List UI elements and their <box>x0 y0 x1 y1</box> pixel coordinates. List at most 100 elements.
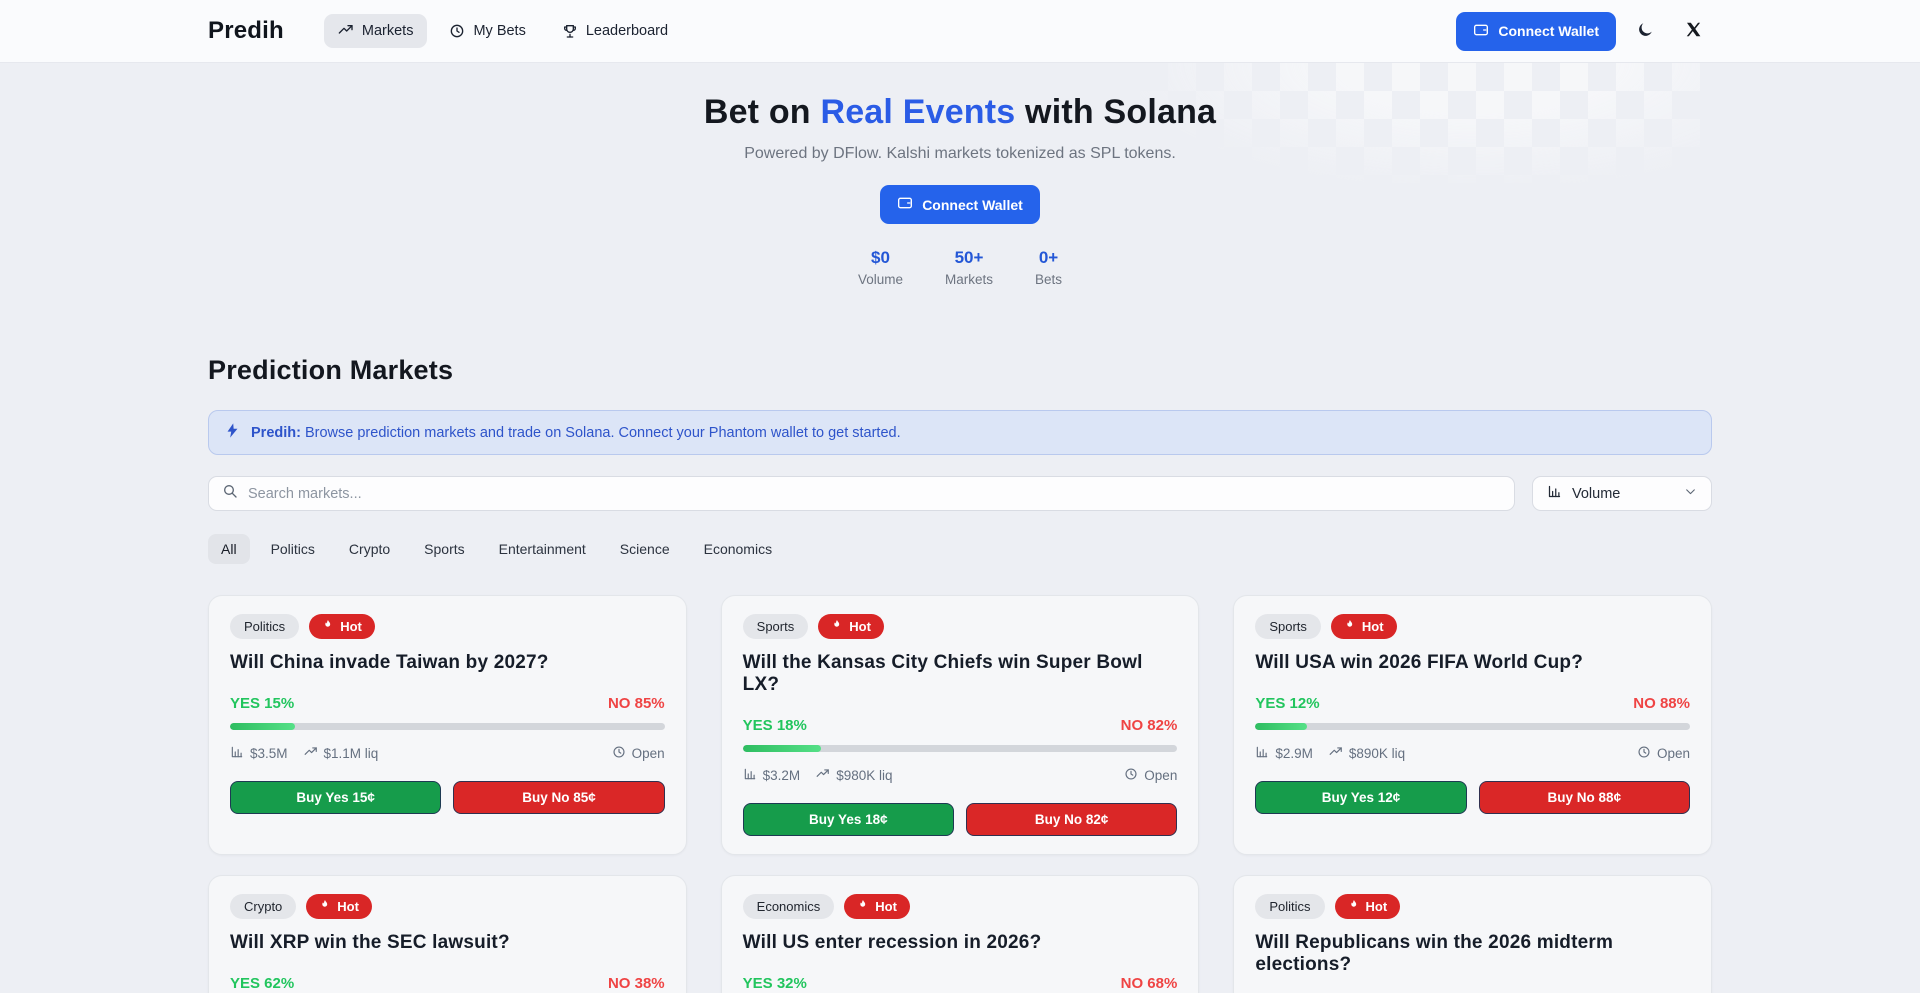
search-input[interactable] <box>248 486 1501 502</box>
category-badge: Sports <box>743 614 809 639</box>
card-badges: Sports Hot <box>1255 614 1690 639</box>
liquidity-stat: $890K liq <box>1329 745 1405 762</box>
buy-no-button[interactable]: Buy No 82¢ <box>966 803 1177 836</box>
banner-brand: Predih: <box>251 425 301 441</box>
trending-up-icon <box>816 767 830 784</box>
market-card[interactable]: Crypto Hot Will XRP win the SEC lawsuit?… <box>208 875 687 993</box>
flame-icon <box>319 899 331 914</box>
dark-mode-toggle[interactable] <box>1626 12 1664 50</box>
market-card[interactable]: Politics Hot Will China invade Taiwan by… <box>208 595 687 855</box>
clock-icon <box>1124 767 1138 784</box>
buy-yes-button[interactable]: Buy Yes 15¢ <box>230 781 441 814</box>
wallet-icon <box>897 195 913 214</box>
buy-yes-button[interactable]: Buy Yes 12¢ <box>1255 781 1466 814</box>
hero-stat: 50+Markets <box>945 248 993 287</box>
filter-chip-sports[interactable]: Sports <box>411 534 477 564</box>
filter-chip-crypto[interactable]: Crypto <box>336 534 403 564</box>
x-social-link[interactable] <box>1674 12 1712 50</box>
market-title: Will USA win 2026 FIFA World Cup? <box>1255 652 1690 674</box>
card-badges: Politics Hot <box>1255 894 1690 919</box>
stat-value: $0 <box>858 248 903 268</box>
yes-odds: YES 12% <box>1255 695 1319 712</box>
bar-chart-icon <box>743 767 757 784</box>
buy-no-button[interactable]: Buy No 88¢ <box>1479 781 1690 814</box>
connect-wallet-button[interactable]: Connect Wallet <box>1456 12 1616 51</box>
sort-dropdown[interactable]: Volume <box>1532 476 1712 511</box>
tab-label: My Bets <box>473 23 525 39</box>
flame-icon <box>831 619 843 634</box>
bar-chart-icon <box>1255 745 1269 762</box>
stat-label: Markets <box>945 272 993 287</box>
yes-odds: YES 62% <box>230 975 294 992</box>
tab-markets[interactable]: Markets <box>324 14 428 48</box>
odds-row: YES 15% NO 85% <box>230 695 665 712</box>
market-title: Will XRP win the SEC lawsuit? <box>230 932 665 954</box>
volume-stat: $3.2M <box>743 767 801 784</box>
buy-yes-button[interactable]: Buy Yes 18¢ <box>743 803 954 836</box>
hero-title-highlight: Real Events <box>820 93 1015 131</box>
tab-my-bets[interactable]: My Bets <box>435 14 539 48</box>
card-badges: Politics Hot <box>230 614 665 639</box>
liquidity-stat: $980K liq <box>816 767 892 784</box>
buy-buttons: Buy Yes 12¢ Buy No 88¢ <box>1255 781 1690 814</box>
tab-leaderboard[interactable]: Leaderboard <box>548 14 682 48</box>
flame-icon <box>322 619 334 634</box>
chevron-down-icon <box>1684 485 1697 502</box>
category-filters: All Politics Crypto Sports Entertainment Scie… <box>208 534 1712 564</box>
card-badges: Sports Hot <box>743 614 1178 639</box>
odds-progress-fill <box>230 723 295 730</box>
hero-connect-wallet-button[interactable]: Connect Wallet <box>880 185 1040 224</box>
info-banner: Predih: Browse prediction markets and tr… <box>208 410 1712 455</box>
odds-row: YES 18% NO 82% <box>743 717 1178 734</box>
main-content: Prediction Markets Predih: Browse predic… <box>208 355 1712 993</box>
odds-row: YES 12% NO 88% <box>1255 695 1690 712</box>
search-icon <box>222 483 238 504</box>
trending-up-icon <box>338 23 354 39</box>
markets-grid: Politics Hot Will China invade Taiwan by… <box>208 595 1712 993</box>
market-status: Open <box>1124 767 1177 784</box>
hot-badge: Hot <box>1331 614 1397 639</box>
market-card[interactable]: Sports Hot Will the Kansas City Chiefs w… <box>721 595 1200 855</box>
search-box <box>208 476 1515 511</box>
filter-chip-entertainment[interactable]: Entertainment <box>486 534 599 564</box>
buy-buttons: Buy Yes 18¢ Buy No 82¢ <box>743 803 1178 836</box>
stat-label: Volume <box>858 272 903 287</box>
odds-row: YES 62% NO 38% <box>230 975 665 992</box>
market-title: Will Republicans win the 2026 midterm el… <box>1255 932 1690 976</box>
market-meta: $3.5M $1.1M liq Open <box>230 745 665 762</box>
trophy-icon <box>562 23 578 39</box>
odds-row: YES 32% NO 68% <box>743 975 1178 992</box>
buy-no-button[interactable]: Buy No 85¢ <box>453 781 664 814</box>
filter-chip-politics[interactable]: Politics <box>258 534 328 564</box>
volume-stat: $2.9M <box>1255 745 1313 762</box>
market-card[interactable]: Politics Hot Will Republicans win the 20… <box>1233 875 1712 993</box>
filter-chip-science[interactable]: Science <box>607 534 683 564</box>
bar-chart-icon <box>1547 484 1562 503</box>
odds-progress-track <box>230 723 665 730</box>
no-odds: NO 68% <box>1121 975 1178 992</box>
market-status: Open <box>612 745 665 762</box>
category-badge: Politics <box>230 614 299 639</box>
bar-chart-icon <box>230 745 244 762</box>
no-odds: NO 38% <box>608 975 665 992</box>
sort-selected-value: Volume <box>1572 486 1620 502</box>
market-card[interactable]: Sports Hot Will USA win 2026 FIFA World … <box>1233 595 1712 855</box>
x-logo-icon <box>1685 21 1702 41</box>
filter-chip-all[interactable]: All <box>208 534 250 564</box>
category-badge: Politics <box>1255 894 1324 919</box>
hero-stats: $0Volume50+Markets0+Bets <box>0 248 1920 287</box>
odds-progress-track <box>1255 723 1690 730</box>
market-card[interactable]: Economics Hot Will US enter recession in… <box>721 875 1200 993</box>
filter-chip-economics[interactable]: Economics <box>691 534 785 564</box>
top-nav: Predih Markets My Bets Leaderboard <box>0 0 1920 63</box>
hero-connect-wallet-label: Connect Wallet <box>922 197 1023 213</box>
no-odds: NO 82% <box>1121 717 1178 734</box>
connect-wallet-label: Connect Wallet <box>1498 23 1599 39</box>
category-badge: Sports <box>1255 614 1321 639</box>
nav-actions: Connect Wallet <box>1456 12 1712 51</box>
moon-icon <box>1636 21 1654 42</box>
yes-odds: YES 18% <box>743 717 807 734</box>
card-badges: Economics Hot <box>743 894 1178 919</box>
card-badges: Crypto Hot <box>230 894 665 919</box>
lightning-icon <box>224 422 241 443</box>
